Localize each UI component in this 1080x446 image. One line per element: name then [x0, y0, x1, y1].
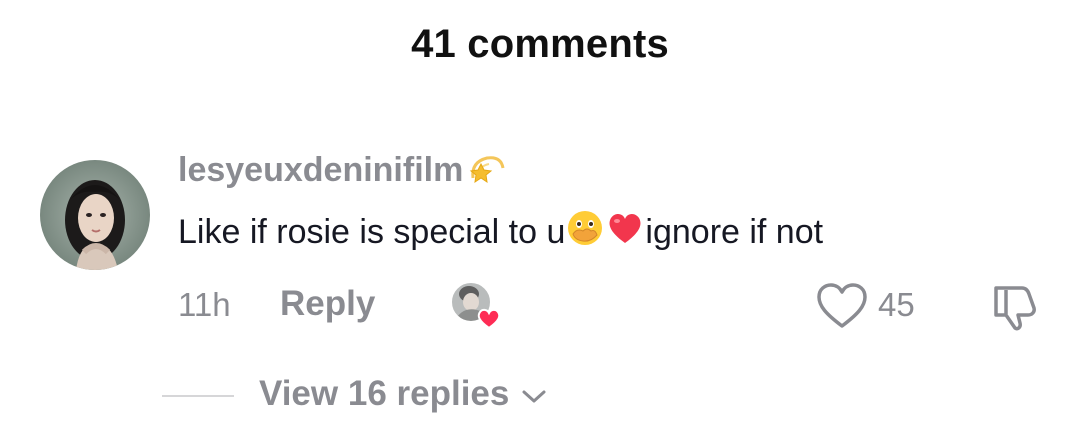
comment-text: Like if rosie is special to u ignore if … — [178, 208, 823, 257]
red-heart-emoji-icon — [605, 209, 645, 256]
creator-liked-badge — [447, 280, 503, 332]
comments-count-title: 41 comments — [411, 22, 669, 66]
like-button[interactable] — [816, 282, 868, 330]
view-replies-label: View 16 replies — [259, 374, 510, 413]
heart-outline-icon — [817, 283, 867, 328]
comment-timestamp: 11h — [178, 286, 231, 323]
face-hand-over-mouth-emoji-icon — [565, 208, 605, 257]
comment-text-part1: Like if rosie is special to u — [178, 213, 566, 251]
profile-photo — [40, 160, 150, 270]
like-count: 45 — [878, 286, 915, 323]
username-text: lesyeuxdeninifilm — [178, 151, 464, 189]
replies-divider — [162, 395, 234, 397]
reply-button[interactable]: Reply — [280, 284, 375, 324]
thumbs-down-icon — [994, 286, 1036, 331]
comment-username[interactable]: lesyeuxdeninifilm — [178, 148, 507, 193]
comment-text-part2: ignore if not — [645, 213, 824, 251]
dislike-button[interactable] — [988, 282, 1042, 332]
chevron-down-icon — [521, 374, 547, 414]
avatar[interactable] — [40, 160, 150, 270]
dizzy-emoji-icon — [467, 148, 507, 193]
view-replies-button[interactable]: View 16 replies — [259, 374, 547, 414]
